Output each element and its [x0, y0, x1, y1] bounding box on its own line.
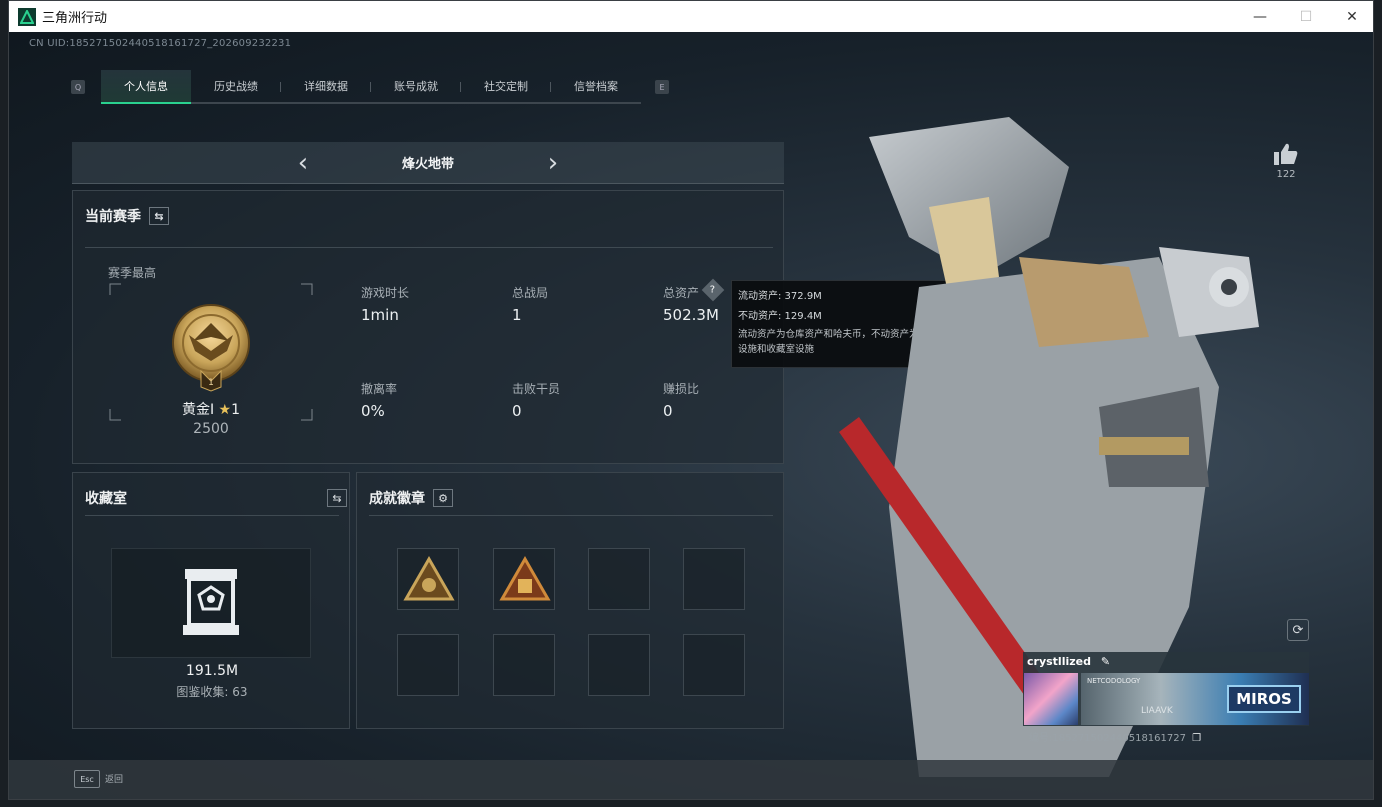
player-uid-row: 编号:185271502440518161727 ❐ — [1029, 729, 1201, 744]
rank-name: 黄金I — [181, 402, 215, 418]
map-prev-button[interactable]: ‹ — [278, 148, 328, 178]
player-avatar — [1024, 673, 1078, 725]
tab-label: 个人信息 — [124, 80, 168, 93]
close-button[interactable]: ✕ — [1329, 1, 1373, 32]
badge-panel: 成就徽章 ⚙ — [356, 472, 784, 729]
collection-value: 191.5M — [185, 663, 239, 679]
assets-help-icon[interactable]: ? — [701, 278, 725, 302]
player-name-row: crystllized ✎ — [1027, 655, 1110, 668]
collection-display-case-icon — [183, 569, 239, 635]
like-button[interactable] — [1271, 142, 1301, 170]
map-next-button[interactable]: › — [528, 148, 578, 178]
esc-key-hint[interactable]: Esc — [74, 770, 100, 788]
season-panel: 当前赛季 ⇆ 赛季最高 1 黄金I ★1 2500 游戏时长 1min 总战局 … — [72, 190, 784, 464]
badge-slot-7[interactable] — [588, 634, 650, 696]
stat-value-total-matches: 1 — [512, 306, 522, 324]
thumbs-up-icon — [1274, 143, 1298, 165]
banner-text-right: MIROS — [1227, 685, 1301, 713]
crate-badge-icon — [499, 555, 551, 601]
tab-bar: Q 个人信息 历史战绩 详细数据 账号成就 社交定制 信誉档案 E — [71, 70, 669, 104]
tab-personal-info[interactable]: 个人信息 — [101, 70, 191, 104]
tab-label: 账号成就 — [394, 80, 438, 93]
player-uid: 编号:185271502440518161727 — [1029, 733, 1186, 744]
stat-value-operators-defeated: 0 — [512, 402, 522, 420]
maximize-button[interactable]: ☐ — [1283, 1, 1329, 32]
stat-value-profit-loss-ratio: 0 — [663, 402, 673, 420]
collection-title-text: 收藏室 — [85, 491, 127, 507]
stat-label-total-matches: 总战局 — [512, 286, 549, 300]
game-viewport: CN UID:185271502440518161727_20260923223… — [9, 32, 1373, 799]
tab-credit-file[interactable]: 信誉档案 — [551, 70, 641, 104]
stat-label-playtime: 游戏时长 — [361, 286, 410, 300]
edit-name-icon[interactable]: ✎ — [1101, 655, 1110, 668]
bottom-bar: Esc 返回 — [9, 760, 1373, 799]
tab-label: 社交定制 — [484, 80, 528, 93]
triangle-badge-icon — [403, 555, 455, 601]
badge-title-text: 成就徽章 — [369, 491, 425, 507]
stat-value-total-assets: 502.3M — [663, 306, 719, 324]
stat-value-extraction-rate: 0% — [361, 402, 385, 420]
tab-label: 信誉档案 — [574, 80, 618, 93]
stat-label-total-assets: 总资产 — [663, 286, 700, 300]
rank-stars: 1 — [231, 402, 241, 418]
badge-slot-5[interactable] — [397, 634, 459, 696]
rank-name-row: 黄金I ★1 — [109, 399, 313, 419]
tab-right-key-hint: E — [655, 80, 669, 94]
badge-slot-6[interactable] — [493, 634, 555, 696]
tab-detailed-data[interactable]: 详细数据 — [281, 70, 371, 104]
map-name: 烽火地带 — [401, 157, 454, 172]
like-count: 122 — [1276, 169, 1296, 180]
window-title: 三角洲行动 — [42, 11, 108, 26]
collection-panel-title: 收藏室 — [85, 488, 127, 508]
collection-panel[interactable]: 收藏室 ⇆ 191.5M 图鉴收集: 63 — [72, 472, 350, 729]
medal-number: 1 — [208, 378, 214, 388]
map-selector: ‹ 烽火地带 › — [72, 142, 784, 184]
tab-left-key-hint: Q — [71, 80, 85, 94]
player-name: crystllized — [1027, 655, 1091, 668]
tab-social-custom[interactable]: 社交定制 — [461, 70, 551, 104]
tab-account-achievements[interactable]: 账号成就 — [371, 70, 461, 104]
season-divider — [85, 247, 773, 248]
banner-text-mid: LIAAVK — [1141, 706, 1173, 716]
rank-points: 2500 — [193, 421, 229, 437]
game-window: 三角洲行动 — ☐ ✕ CN UID:185271502440518161727… — [8, 0, 1374, 800]
player-banner: NETCODOLOGY LIAAVK MIROS — [1081, 673, 1309, 725]
stat-label-extraction-rate: 撤离率 — [361, 382, 398, 396]
tab-label: 详细数据 — [304, 80, 348, 93]
season-panel-title: 当前赛季 ⇆ — [85, 206, 169, 226]
stat-label-operators-defeated: 击败干员 — [512, 382, 561, 396]
stat-label-profit-loss-ratio: 赚损比 — [663, 382, 700, 396]
badge-slot-2[interactable] — [493, 548, 555, 610]
badge-panel-title: 成就徽章 ⚙ — [369, 488, 453, 508]
player-namecard[interactable]: crystllized ✎ NETCODOLOGY LIAAVK MIROS — [1023, 652, 1309, 726]
title-bar: 三角洲行动 — ☐ ✕ — [9, 1, 1373, 32]
collection-divider — [85, 515, 339, 516]
gold-rank-medal-icon: 1 — [172, 304, 250, 392]
season-best-label: 赛季最高 — [108, 266, 157, 280]
refresh-button[interactable]: ⟳ — [1287, 619, 1309, 641]
badge-slot-1[interactable] — [397, 548, 459, 610]
tab-history[interactable]: 历史战绩 — [191, 70, 281, 104]
season-title-text: 当前赛季 — [85, 209, 141, 225]
rank-star-icon: ★ — [218, 402, 232, 418]
badge-settings-icon[interactable]: ⚙ — [433, 489, 453, 507]
season-switch-icon[interactable]: ⇆ — [149, 207, 169, 225]
tab-label: 历史战绩 — [214, 80, 258, 93]
uid-line: CN UID:185271502440518161727_20260923223… — [29, 38, 292, 49]
badge-slot-4[interactable] — [683, 548, 745, 610]
minimize-button[interactable]: — — [1237, 1, 1283, 32]
stat-value-playtime: 1min — [361, 306, 399, 324]
collection-switch-icon[interactable]: ⇆ — [327, 489, 347, 507]
esc-back-label[interactable]: 返回 — [105, 772, 123, 785]
help-glyph: ? — [710, 284, 716, 296]
badge-slot-8[interactable] — [683, 634, 745, 696]
banner-text-left: NETCODOLOGY — [1087, 677, 1141, 685]
badge-divider — [369, 515, 773, 516]
badge-slot-3[interactable] — [588, 548, 650, 610]
collection-count: 图鉴收集: 63 — [176, 685, 248, 699]
copy-uid-icon[interactable]: ❐ — [1192, 733, 1201, 744]
app-logo-icon — [18, 7, 36, 26]
